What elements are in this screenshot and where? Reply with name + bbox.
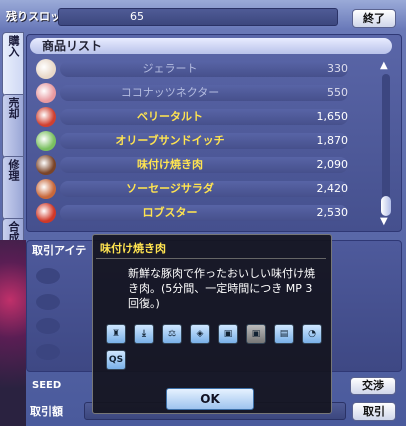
tab-sell[interactable]: 売却 xyxy=(2,94,24,158)
item-icon-3: ⚖ xyxy=(162,324,182,344)
item-icon-5: ▣ xyxy=(218,324,238,344)
item-price: 550 xyxy=(327,86,348,99)
coconut-nectar-icon xyxy=(36,83,56,103)
item-name: ソーセージサラダ xyxy=(126,182,214,195)
tooltip-description: 新鮮な豚肉で作ったおいしい味付け焼き肉。(5分間、一定時間につき MP 3 回復… xyxy=(128,267,315,310)
tab-repair[interactable]: 修理 xyxy=(2,156,24,220)
item-name: ジェラート xyxy=(142,62,198,75)
sausage-salad-icon xyxy=(36,179,56,199)
seed-label: SEED xyxy=(32,380,62,391)
grilled-meat-icon xyxy=(36,155,56,175)
trade-items-header: 取引アイテ xyxy=(32,244,87,257)
item-price: 2,090 xyxy=(316,158,349,171)
item-price: 2,530 xyxy=(316,206,349,219)
trade-button[interactable]: 取引 xyxy=(352,402,396,421)
list-item[interactable]: ソーセージサラダ 2,420 xyxy=(30,178,378,200)
item-icon-2: ⤓ xyxy=(134,324,154,344)
item-icon-1: ♜ xyxy=(106,324,126,344)
list-item[interactable]: ジェラート 330 xyxy=(30,58,378,80)
list-item[interactable]: ロブスター 2,530 xyxy=(30,202,378,224)
item-icon-7: ▤ xyxy=(274,324,294,344)
scroll-thumb[interactable] xyxy=(381,196,391,216)
scroll-track[interactable] xyxy=(382,74,390,214)
scroll-down-icon[interactable]: ▼ xyxy=(380,216,388,227)
product-list-title: 商品リスト xyxy=(42,39,103,53)
trade-slot[interactable] xyxy=(36,318,60,334)
list-item[interactable]: オリーブサンドイッチ 1,870 xyxy=(30,130,378,152)
olive-sandwich-icon xyxy=(36,131,56,151)
lobster-icon xyxy=(36,203,56,223)
item-name: ベリータルト xyxy=(137,110,203,123)
item-name: ロブスター xyxy=(142,206,198,219)
remaining-slots-value: 65 xyxy=(130,10,144,23)
trade-slot[interactable] xyxy=(36,268,60,284)
item-icon-6: ▣ xyxy=(246,324,266,344)
tooltip-divider xyxy=(96,258,326,259)
gelato-icon xyxy=(36,59,56,79)
list-item[interactable]: ベリータルト 1,650 xyxy=(30,106,378,128)
berry-tart-icon xyxy=(36,107,56,127)
trade-slot[interactable] xyxy=(36,294,60,310)
negotiate-button[interactable]: 交渉 xyxy=(350,377,396,395)
list-item[interactable]: 味付け焼き肉 2,090 xyxy=(30,154,378,176)
item-name: 味付け焼き肉 xyxy=(137,158,203,171)
item-icon-8: ◔ xyxy=(302,324,322,344)
item-price: 2,420 xyxy=(316,182,349,195)
scroll-up-icon[interactable]: ▲ xyxy=(380,60,388,71)
tooltip-icons: ♜ ⤓ ⚖ ◈ ▣ ▣ ▤ ◔ QS xyxy=(106,324,326,374)
quick-slot-icon: QS xyxy=(106,350,126,370)
item-name: ココナッツネクター xyxy=(120,86,220,99)
item-name: オリーブサンドイッチ xyxy=(115,134,225,147)
background-decoration xyxy=(0,240,26,426)
item-icon-4: ◈ xyxy=(190,324,210,344)
item-price: 1,650 xyxy=(316,110,349,123)
tab-buy[interactable]: 購入 xyxy=(2,32,24,96)
ok-button[interactable]: OK xyxy=(166,388,254,410)
item-price: 330 xyxy=(327,62,348,75)
trade-slot[interactable] xyxy=(36,344,60,360)
tooltip-title: 味付け焼き肉 xyxy=(100,242,166,255)
list-item[interactable]: ココナッツネクター 550 xyxy=(30,82,378,104)
close-button[interactable]: 終了 xyxy=(352,9,396,28)
item-price: 1,870 xyxy=(316,134,349,147)
trade-amount-label: 取引額 xyxy=(30,405,63,418)
remaining-slots-field xyxy=(58,8,338,26)
